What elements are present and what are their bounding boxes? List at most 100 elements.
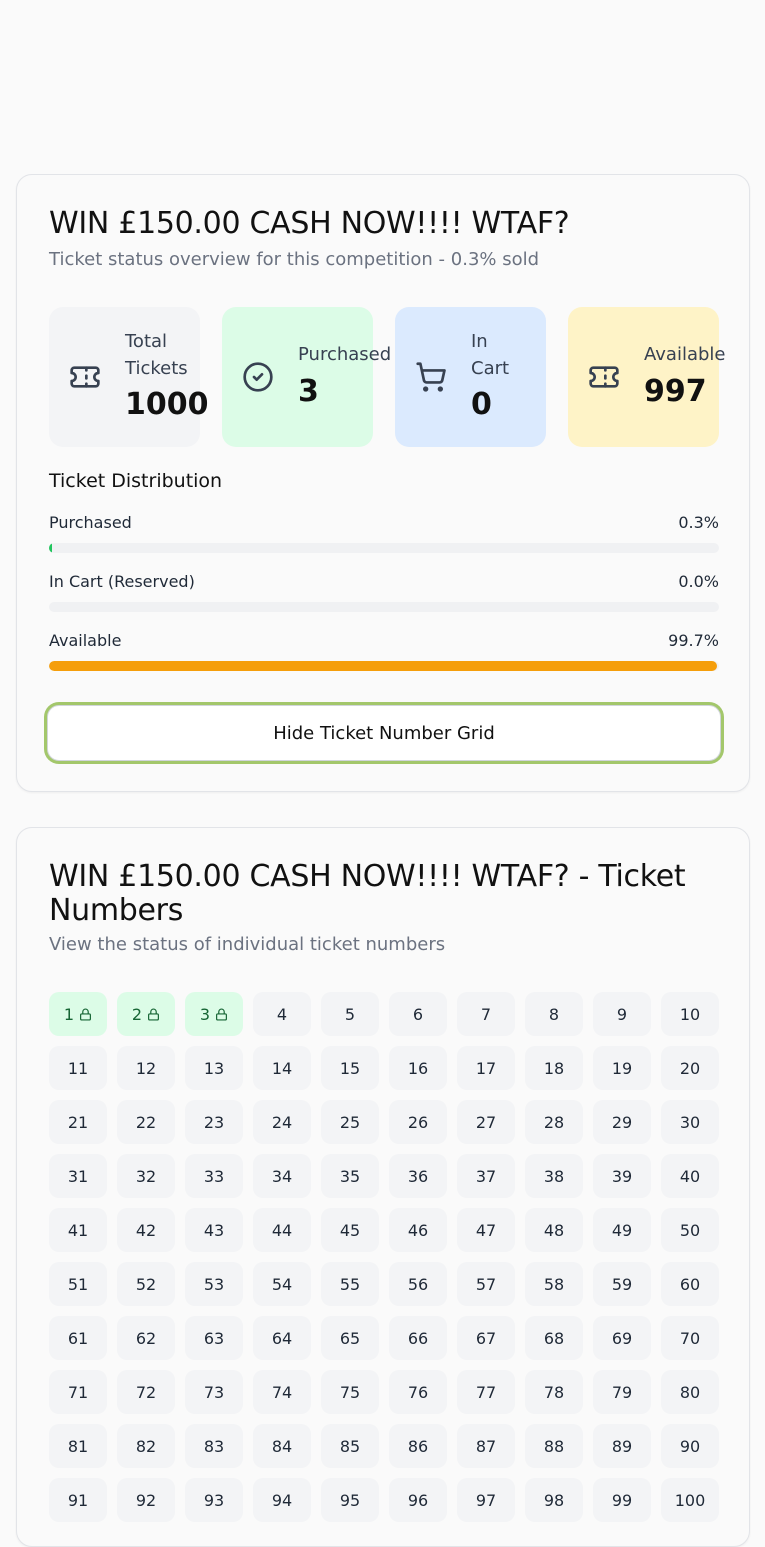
ticket-cell[interactable]: 74 xyxy=(253,1370,311,1414)
ticket-cell[interactable]: 22 xyxy=(117,1100,175,1144)
ticket-cell[interactable]: 59 xyxy=(593,1262,651,1306)
ticket-cell[interactable]: 78 xyxy=(525,1370,583,1414)
ticket-cell[interactable]: 39 xyxy=(593,1154,651,1198)
ticket-cell[interactable]: 41 xyxy=(49,1208,107,1252)
ticket-cell[interactable]: 88 xyxy=(525,1424,583,1468)
ticket-cell[interactable]: 5 xyxy=(321,992,379,1036)
ticket-cell[interactable]: 36 xyxy=(389,1154,447,1198)
ticket-cell[interactable]: 43 xyxy=(185,1208,243,1252)
ticket-cell[interactable]: 21 xyxy=(49,1100,107,1144)
ticket-cell[interactable]: 94 xyxy=(253,1478,311,1522)
ticket-cell[interactable]: 82 xyxy=(117,1424,175,1468)
ticket-cell[interactable]: 90 xyxy=(661,1424,719,1468)
ticket-cell[interactable]: 12 xyxy=(117,1046,175,1090)
ticket-cell[interactable]: 100 xyxy=(661,1478,719,1522)
ticket-cell[interactable]: 47 xyxy=(457,1208,515,1252)
ticket-cell[interactable]: 86 xyxy=(389,1424,447,1468)
ticket-cell[interactable]: 17 xyxy=(457,1046,515,1090)
ticket-cell[interactable]: 96 xyxy=(389,1478,447,1522)
ticket-cell[interactable]: 95 xyxy=(321,1478,379,1522)
ticket-cell[interactable]: 25 xyxy=(321,1100,379,1144)
ticket-cell[interactable]: 49 xyxy=(593,1208,651,1252)
ticket-cell-purchased[interactable]: 2 xyxy=(117,992,175,1036)
ticket-cell[interactable]: 8 xyxy=(525,992,583,1036)
ticket-cell[interactable]: 31 xyxy=(49,1154,107,1198)
ticket-cell[interactable]: 60 xyxy=(661,1262,719,1306)
ticket-cell[interactable]: 23 xyxy=(185,1100,243,1144)
ticket-cell[interactable]: 56 xyxy=(389,1262,447,1306)
ticket-cell[interactable]: 51 xyxy=(49,1262,107,1306)
ticket-cell[interactable]: 24 xyxy=(253,1100,311,1144)
ticket-cell[interactable]: 38 xyxy=(525,1154,583,1198)
hide-ticket-grid-button[interactable]: Hide Ticket Number Grid xyxy=(47,705,721,761)
ticket-cell[interactable]: 33 xyxy=(185,1154,243,1198)
ticket-cell[interactable]: 62 xyxy=(117,1316,175,1360)
ticket-cell[interactable]: 37 xyxy=(457,1154,515,1198)
ticket-cell[interactable]: 68 xyxy=(525,1316,583,1360)
ticket-cell[interactable]: 75 xyxy=(321,1370,379,1414)
ticket-cell[interactable]: 6 xyxy=(389,992,447,1036)
ticket-cell[interactable]: 40 xyxy=(661,1154,719,1198)
ticket-cell[interactable]: 85 xyxy=(321,1424,379,1468)
ticket-cell[interactable]: 7 xyxy=(457,992,515,1036)
ticket-cell[interactable]: 81 xyxy=(49,1424,107,1468)
ticket-cell[interactable]: 77 xyxy=(457,1370,515,1414)
ticket-cell[interactable]: 32 xyxy=(117,1154,175,1198)
ticket-cell[interactable]: 84 xyxy=(253,1424,311,1468)
ticket-cell[interactable]: 53 xyxy=(185,1262,243,1306)
ticket-cell[interactable]: 16 xyxy=(389,1046,447,1090)
ticket-cell[interactable]: 97 xyxy=(457,1478,515,1522)
ticket-cell[interactable]: 67 xyxy=(457,1316,515,1360)
ticket-cell[interactable]: 87 xyxy=(457,1424,515,1468)
ticket-cell[interactable]: 10 xyxy=(661,992,719,1036)
ticket-cell[interactable]: 69 xyxy=(593,1316,651,1360)
ticket-cell[interactable]: 46 xyxy=(389,1208,447,1252)
ticket-cell[interactable]: 80 xyxy=(661,1370,719,1414)
ticket-cell[interactable]: 58 xyxy=(525,1262,583,1306)
ticket-cell[interactable]: 44 xyxy=(253,1208,311,1252)
ticket-cell[interactable]: 15 xyxy=(321,1046,379,1090)
ticket-cell[interactable]: 71 xyxy=(49,1370,107,1414)
ticket-cell[interactable]: 35 xyxy=(321,1154,379,1198)
ticket-cell[interactable]: 99 xyxy=(593,1478,651,1522)
ticket-cell[interactable]: 14 xyxy=(253,1046,311,1090)
ticket-cell-purchased[interactable]: 3 xyxy=(185,992,243,1036)
ticket-cell[interactable]: 50 xyxy=(661,1208,719,1252)
ticket-cell[interactable]: 70 xyxy=(661,1316,719,1360)
ticket-cell[interactable]: 64 xyxy=(253,1316,311,1360)
ticket-cell[interactable]: 42 xyxy=(117,1208,175,1252)
ticket-cell[interactable]: 52 xyxy=(117,1262,175,1306)
ticket-cell[interactable]: 98 xyxy=(525,1478,583,1522)
ticket-cell[interactable]: 4 xyxy=(253,992,311,1036)
ticket-cell-purchased[interactable]: 1 xyxy=(49,992,107,1036)
ticket-cell[interactable]: 61 xyxy=(49,1316,107,1360)
ticket-cell[interactable]: 79 xyxy=(593,1370,651,1414)
ticket-cell[interactable]: 91 xyxy=(49,1478,107,1522)
ticket-cell[interactable]: 93 xyxy=(185,1478,243,1522)
ticket-cell[interactable]: 73 xyxy=(185,1370,243,1414)
ticket-cell[interactable]: 92 xyxy=(117,1478,175,1522)
ticket-cell[interactable]: 29 xyxy=(593,1100,651,1144)
ticket-cell[interactable]: 19 xyxy=(593,1046,651,1090)
ticket-cell[interactable]: 72 xyxy=(117,1370,175,1414)
ticket-cell[interactable]: 76 xyxy=(389,1370,447,1414)
ticket-cell[interactable]: 48 xyxy=(525,1208,583,1252)
ticket-cell[interactable]: 13 xyxy=(185,1046,243,1090)
ticket-cell[interactable]: 26 xyxy=(389,1100,447,1144)
ticket-cell[interactable]: 45 xyxy=(321,1208,379,1252)
ticket-cell[interactable]: 18 xyxy=(525,1046,583,1090)
ticket-cell[interactable]: 89 xyxy=(593,1424,651,1468)
ticket-cell[interactable]: 55 xyxy=(321,1262,379,1306)
ticket-cell[interactable]: 57 xyxy=(457,1262,515,1306)
ticket-cell[interactable]: 27 xyxy=(457,1100,515,1144)
ticket-cell[interactable]: 34 xyxy=(253,1154,311,1198)
ticket-cell[interactable]: 28 xyxy=(525,1100,583,1144)
ticket-cell[interactable]: 11 xyxy=(49,1046,107,1090)
ticket-cell[interactable]: 54 xyxy=(253,1262,311,1306)
ticket-cell[interactable]: 20 xyxy=(661,1046,719,1090)
ticket-cell[interactable]: 66 xyxy=(389,1316,447,1360)
ticket-cell[interactable]: 63 xyxy=(185,1316,243,1360)
ticket-cell[interactable]: 65 xyxy=(321,1316,379,1360)
ticket-cell[interactable]: 83 xyxy=(185,1424,243,1468)
ticket-cell[interactable]: 30 xyxy=(661,1100,719,1144)
